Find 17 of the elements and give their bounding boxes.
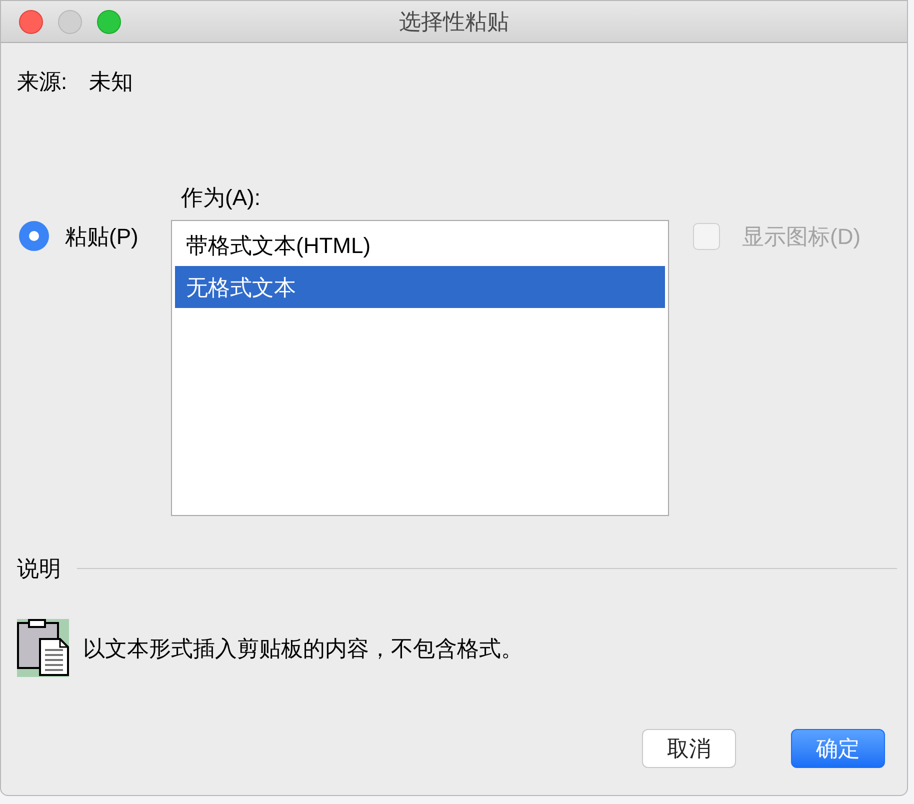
description-text: 以文本形式插入剪贴板的内容，不包含格式。 [83, 634, 523, 662]
minimize-button[interactable] [58, 10, 82, 34]
close-button[interactable] [19, 10, 43, 34]
paste-label: 粘贴(P) [65, 222, 138, 250]
show-icon-label: 显示图标(D) [742, 222, 861, 250]
description-heading: 说明 [17, 555, 61, 583]
format-list-item[interactable]: 带格式文本(HTML) [175, 224, 665, 266]
clipboard-icon [17, 619, 69, 677]
paste-radio[interactable] [19, 221, 49, 251]
window-title: 选择性粘贴 [399, 8, 509, 36]
zoom-button[interactable] [97, 10, 121, 34]
source-value: 未知 [89, 68, 134, 96]
cancel-button[interactable]: 取消 [642, 729, 736, 768]
ok-button[interactable]: 确定 [791, 729, 885, 768]
source-label: 来源: [17, 68, 68, 96]
as-label: 作为(A): [181, 184, 262, 212]
format-list-item[interactable]: 无格式文本 [175, 266, 665, 308]
